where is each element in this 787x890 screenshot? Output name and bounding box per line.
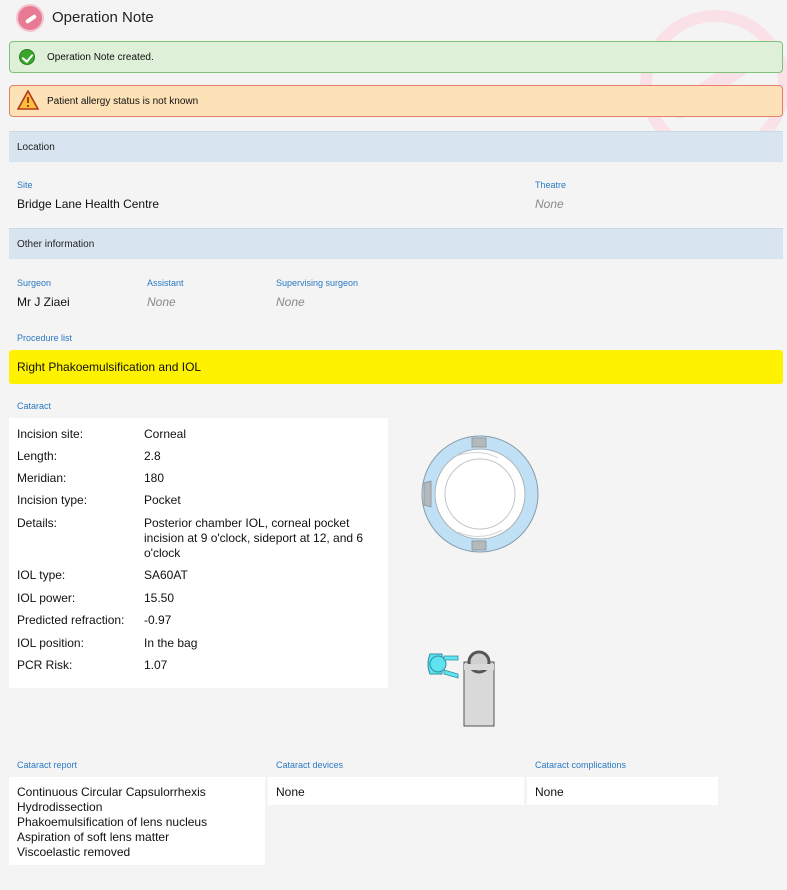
length-label: Length: — [17, 449, 58, 463]
site-value: Bridge Lane Health Centre — [17, 197, 160, 211]
check-circle-icon — [19, 49, 35, 65]
cataract-label: Cataract — [17, 401, 52, 411]
site-label: Site — [17, 180, 33, 190]
surgeon-label: Surgeon — [17, 278, 52, 288]
length-value: 2.8 — [144, 449, 161, 463]
iol-power-value: 15.50 — [144, 591, 175, 605]
iol-position-label: IOL position: — [17, 636, 84, 650]
report-line: Hydrodissection — [17, 800, 103, 814]
incision-type-label: Incision type: — [17, 493, 88, 507]
other-info-heading: Other information — [17, 239, 95, 250]
procedure-item-text: Right Phakoemulsification and IOL — [17, 360, 202, 374]
iol-type-label: IOL type: — [17, 568, 66, 582]
report-line: Continuous Circular Capsulorrhexis — [17, 785, 206, 799]
openeyes-logo-icon — [16, 4, 44, 32]
procedure-list-label: Procedure list — [17, 333, 73, 343]
warning-message: Patient allergy status is not known — [47, 96, 199, 107]
predicted-refraction-value: -0.97 — [144, 613, 172, 627]
incision-site-value: Corneal — [144, 427, 187, 441]
cataract-devices-value: None — [276, 785, 305, 799]
location-section-header: Location — [9, 131, 783, 162]
cataract-report-panel: Continuous Circular Capsulorrhexis Hydro… — [9, 777, 265, 865]
meridian-label: Meridian: — [17, 471, 67, 485]
success-alert: Operation Note created. — [9, 41, 783, 73]
iol-power-label: IOL power: — [17, 591, 76, 605]
incision-type-value: Pocket — [144, 493, 181, 507]
assistant-value: None — [147, 295, 176, 309]
report-line: Aspiration of soft lens matter — [17, 830, 170, 844]
supervising-surgeon-value: None — [276, 295, 305, 309]
details-label: Details: — [17, 516, 58, 530]
cataract-devices-label: Cataract devices — [276, 760, 344, 770]
cataract-complications-panel: None — [527, 777, 718, 805]
success-message: Operation Note created. — [47, 52, 154, 63]
warning-alert: Patient allergy status is not known — [9, 85, 783, 117]
cataract-complications-value: None — [535, 785, 564, 799]
procedure-item: Right Phakoemulsification and IOL — [9, 350, 783, 384]
page-title: Operation Note — [52, 9, 154, 26]
incision-site-label: Incision site: — [17, 427, 84, 441]
cataract-devices-panel: None — [268, 777, 524, 805]
supervising-surgeon-label: Supervising surgeon — [276, 278, 359, 288]
iol-position-value: In the bag — [144, 636, 198, 650]
eye-incision-diagram — [421, 435, 539, 553]
report-line: Viscoelastic removed — [17, 845, 131, 859]
surgeon-value: Mr J Ziaei — [17, 295, 70, 309]
location-heading: Location — [17, 142, 55, 153]
iol-type-value: SA60AT — [144, 568, 188, 582]
warning-triangle-icon — [17, 90, 39, 110]
details-value: Posterior chamber IOL, corneal pocket in… — [144, 516, 364, 560]
other-info-section-header: Other information — [9, 228, 783, 259]
meridian-value: 180 — [144, 471, 165, 485]
theatre-label: Theatre — [535, 180, 567, 190]
report-line: Phakoemulsification of lens nucleus — [17, 815, 208, 829]
surgeon-position-diagram — [427, 650, 495, 727]
assistant-label: Assistant — [147, 278, 184, 288]
cataract-details-panel: Incision site: Corneal Length: 2.8 Merid… — [9, 418, 388, 688]
cataract-report-label: Cataract report — [17, 760, 78, 770]
pcr-risk-value: 1.07 — [144, 658, 168, 672]
predicted-refraction-label: Predicted refraction: — [17, 613, 125, 627]
cataract-complications-label: Cataract complications — [535, 760, 627, 770]
theatre-value: None — [535, 197, 564, 211]
pcr-risk-label: PCR Risk: — [17, 658, 73, 672]
